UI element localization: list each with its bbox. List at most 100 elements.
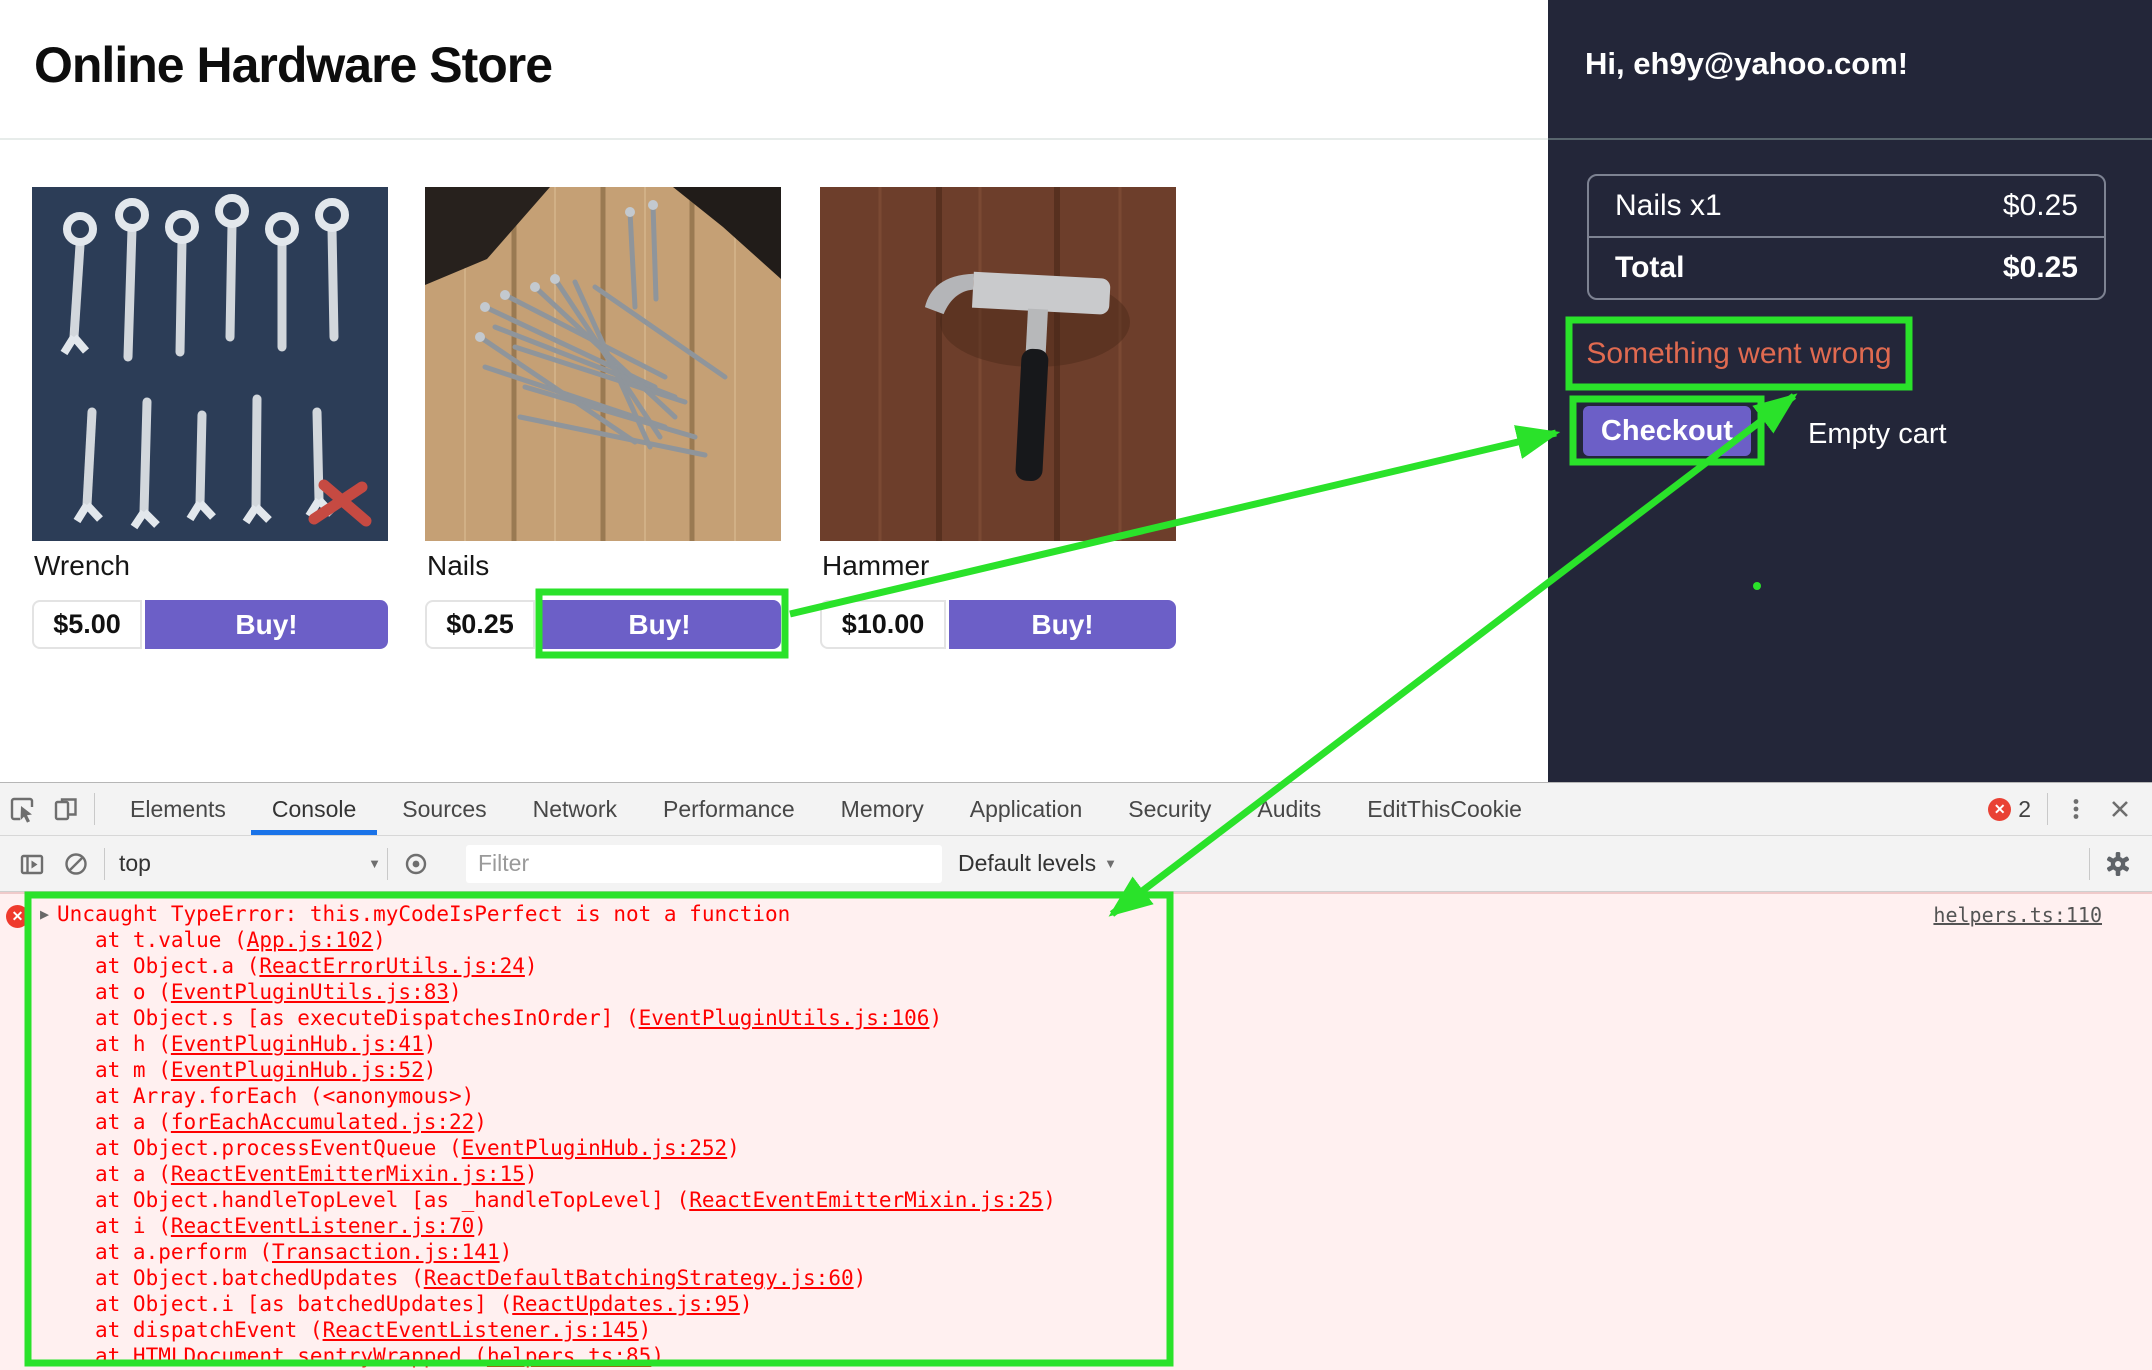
live-expression-eye-icon[interactable] [394, 842, 438, 886]
stack-frame: at Object.handleTopLevel [as _handleTopL… [40, 1187, 1056, 1213]
cart-panel: Hi, eh9y@yahoo.com! Nails x1$0.25Total$0… [1548, 0, 2152, 782]
cart-table: Nails x1$0.25Total$0.25 [1587, 174, 2106, 300]
buy-button-hammer[interactable]: Buy! [949, 600, 1176, 649]
product-card-nails: Nails$0.25Buy! [425, 187, 781, 541]
stack-file-link[interactable]: ReactDefaultBatchingStrategy.js:60 [424, 1266, 854, 1290]
sidebar-divider [1548, 138, 2152, 140]
console-source-link[interactable]: helpers.ts:110 [1933, 903, 2102, 927]
clear-console-icon[interactable] [54, 842, 98, 886]
cart-row: Total$0.25 [1589, 236, 2104, 298]
console-toolbar: top ▼ Default levels ▼ [0, 836, 2152, 892]
stack-frame: at Object.batchedUpdates (ReactDefaultBa… [40, 1265, 1056, 1291]
product-name: Hammer [822, 550, 929, 582]
stack-file-link[interactable]: EventPluginHub.js:252 [462, 1136, 728, 1160]
context-selector[interactable]: top ▼ [119, 850, 381, 877]
product-price: $0.25 [425, 600, 535, 649]
stack-file-link[interactable]: EventPluginUtils.js:83 [171, 980, 449, 1004]
product-price: $5.00 [32, 600, 142, 649]
checkout-button[interactable]: Checkout [1583, 406, 1751, 456]
stack-file-link[interactable]: forEachAccumulated.js:22 [171, 1110, 474, 1134]
error-count-badge[interactable]: ✕ 2 [1988, 796, 2031, 823]
expand-triangle-icon[interactable]: ▶ [40, 901, 49, 927]
buy-button-nails[interactable]: Buy! [538, 600, 781, 649]
empty-cart-button[interactable]: Empty cart [1808, 418, 1947, 451]
stack-file-link[interactable]: ReactEventEmitterMixin.js:25 [689, 1188, 1043, 1212]
price-row: $10.00Buy! [820, 600, 1176, 649]
stack-file-link[interactable]: ReactEventListener.js:70 [171, 1214, 474, 1238]
cart-row: Nails x1$0.25 [1589, 176, 2104, 236]
stack-frame: at Object.processEventQueue (EventPlugin… [40, 1135, 1056, 1161]
separator [2047, 793, 2048, 825]
console-error-row: ▶ Uncaught TypeError: this.myCodeIsPerfec… [40, 901, 1056, 927]
separator [104, 848, 105, 880]
page-title: Online Hardware Store [34, 36, 552, 94]
log-levels-dropdown[interactable]: Default levels ▼ [958, 850, 1117, 877]
tab-network[interactable]: Network [510, 783, 640, 835]
user-greeting: Hi, eh9y@yahoo.com! [1585, 46, 1908, 82]
buy-button-wrench[interactable]: Buy! [145, 600, 388, 649]
log-levels-label: Default levels [958, 850, 1096, 877]
tab-security[interactable]: Security [1105, 783, 1234, 835]
tab-sources[interactable]: Sources [379, 783, 509, 835]
console-error-message: Uncaught TypeError: this.myCodeIsPerfect… [57, 902, 790, 926]
separator [387, 848, 388, 880]
chevron-down-icon: ▼ [368, 856, 381, 871]
tabbar-right: ✕ 2 [1988, 787, 2152, 831]
stack-file-link[interactable]: helpers.ts:85 [487, 1344, 651, 1368]
stack-frame: at t.value (App.js:102) [40, 927, 1056, 953]
stack-frame: at h (EventPluginHub.js:41) [40, 1031, 1056, 1057]
tab-console[interactable]: Console [249, 783, 379, 835]
stack-file-link[interactable]: App.js:102 [247, 928, 373, 952]
filter-input[interactable] [466, 845, 942, 883]
stack-frame: at Object.i [as batchedUpdates] (ReactUp… [40, 1291, 1056, 1317]
stack-file-link[interactable]: ReactUpdates.js:95 [512, 1292, 740, 1316]
stack-frame: at Array.forEach (<anonymous>) [40, 1083, 1056, 1109]
page: Online Hardware Store Wrench$5.00Buy! [0, 0, 2152, 1370]
tab-editthiscookie[interactable]: EditThisCookie [1344, 783, 1545, 835]
inspect-element-icon[interactable] [0, 787, 44, 831]
stack-frame: at dispatchEvent (ReactEventListener.js:… [40, 1317, 1056, 1343]
product-image-hammer [820, 187, 1176, 541]
stack-file-link[interactable]: ReactEventListener.js:145 [323, 1318, 639, 1342]
product-card-wrench: Wrench$5.00Buy! [32, 187, 388, 541]
more-options-icon[interactable] [2054, 787, 2098, 831]
product-image-nails [425, 187, 781, 541]
device-toolbar-icon[interactable] [44, 787, 88, 831]
separator [94, 793, 95, 825]
tab-memory[interactable]: Memory [818, 783, 947, 835]
stack-trace: at t.value (App.js:102)at Object.a (Reac… [40, 927, 1056, 1369]
price-row: $5.00Buy! [32, 600, 388, 649]
devtools-panel: ElementsConsoleSourcesNetworkPerformance… [0, 782, 2152, 1370]
stack-frame: at Object.s [as executeDispatchesInOrder… [40, 1005, 1056, 1031]
console-log-area: ✕ ▶ Uncaught TypeError: this.myCodeIsPerf… [0, 892, 2152, 1370]
product-card-hammer: Hammer$10.00Buy! [820, 187, 1176, 541]
product-name: Nails [427, 550, 489, 582]
stack-file-link[interactable]: EventPluginHub.js:41 [171, 1032, 424, 1056]
settings-gear-icon[interactable] [2096, 842, 2140, 886]
stack-frame: at a.perform (Transaction.js:141) [40, 1239, 1056, 1265]
cart-item-price: $0.25 [2003, 251, 2078, 285]
stack-file-link[interactable]: EventPluginUtils.js:106 [639, 1006, 930, 1030]
tab-application[interactable]: Application [947, 783, 1106, 835]
tab-elements[interactable]: Elements [107, 783, 249, 835]
separator [2089, 848, 2090, 880]
console-sidebar-toggle-icon[interactable] [10, 842, 54, 886]
chevron-down-icon: ▼ [1104, 856, 1117, 871]
stack-file-link[interactable]: EventPluginHub.js:52 [171, 1058, 424, 1082]
stack-frame: at i (ReactEventListener.js:70) [40, 1213, 1056, 1239]
stack-frame: at Object.a (ReactErrorUtils.js:24) [40, 953, 1056, 979]
error-icon: ✕ [6, 905, 29, 928]
error-count: 2 [2018, 796, 2031, 823]
stack-frame: at m (EventPluginHub.js:52) [40, 1057, 1056, 1083]
context-label: top [119, 850, 151, 877]
tab-audits[interactable]: Audits [1234, 783, 1344, 835]
stack-frame: at o (EventPluginUtils.js:83) [40, 979, 1056, 1005]
tab-performance[interactable]: Performance [640, 783, 818, 835]
price-row: $0.25Buy! [425, 600, 781, 649]
stack-file-link[interactable]: ReactEventEmitterMixin.js:15 [171, 1162, 525, 1186]
stack-frame: at a (forEachAccumulated.js:22) [40, 1109, 1056, 1135]
stack-file-link[interactable]: ReactErrorUtils.js:24 [259, 954, 525, 978]
close-devtools-icon[interactable] [2098, 787, 2142, 831]
cart-error-message: Something went wrong [1569, 320, 1909, 387]
stack-file-link[interactable]: Transaction.js:141 [272, 1240, 500, 1264]
